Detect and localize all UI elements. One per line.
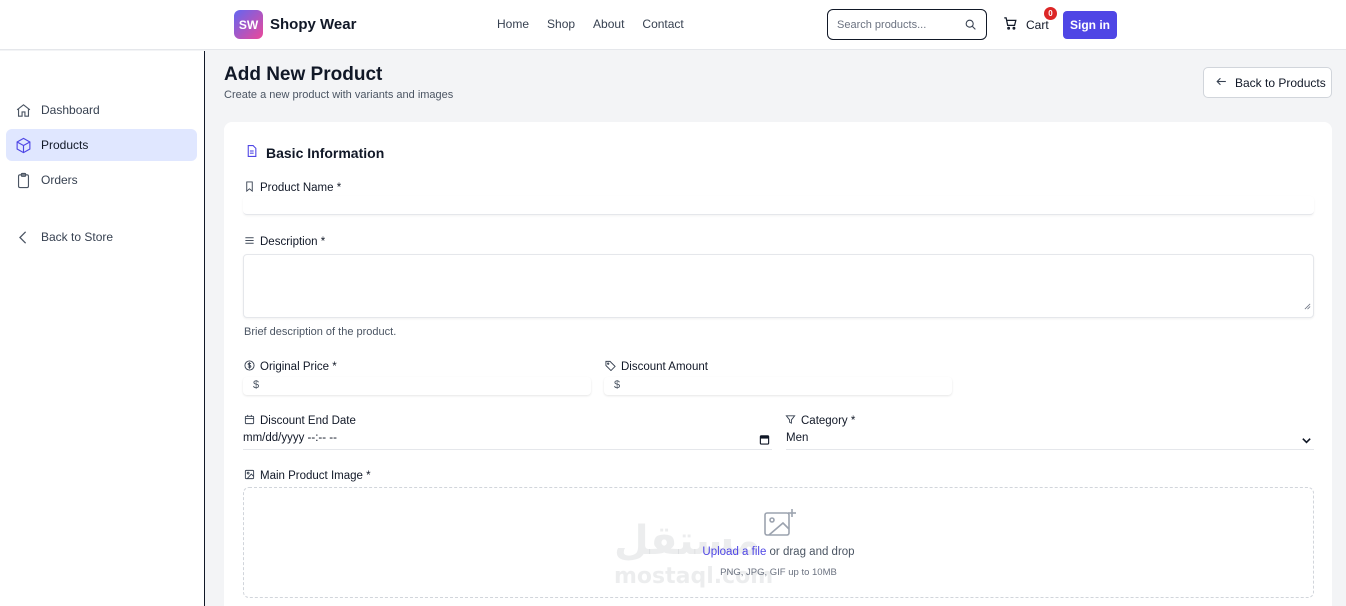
- basic-information-card: Basic Information Product Name * Descrip…: [224, 122, 1332, 606]
- search-box: [827, 9, 987, 40]
- category-select[interactable]: Men: [786, 432, 1314, 450]
- cart-label: Cart: [1026, 18, 1049, 32]
- currency-symbol: $: [614, 379, 621, 391]
- discount-end-date-label: Discount End Date: [244, 414, 356, 428]
- nav-link-shop[interactable]: Shop: [547, 17, 575, 31]
- discount-amount-input[interactable]: $: [604, 377, 952, 395]
- sidebar-item-label: Dashboard: [41, 103, 100, 117]
- tag-icon: [605, 360, 616, 374]
- back-to-products-button[interactable]: Back to Products: [1203, 67, 1332, 98]
- category-label-text: Category *: [801, 415, 856, 427]
- upload-file-link[interactable]: Upload a file: [702, 546, 766, 558]
- sidebar-item-label: Back to Store: [41, 230, 114, 244]
- sidebar-item-dashboard[interactable]: Dashboard: [6, 94, 197, 126]
- drag-drop-text: or drag and drop: [766, 546, 855, 558]
- product-name-label: Product Name *: [244, 181, 341, 195]
- image-icon: [244, 469, 255, 483]
- filter-icon: [785, 414, 796, 428]
- document-icon: [245, 144, 258, 161]
- description-label-text: Description *: [260, 236, 326, 248]
- currency-symbol: $: [253, 379, 260, 391]
- cart-count-badge: 0: [1044, 7, 1057, 20]
- image-plus-icon: [763, 507, 797, 544]
- category-selected-value: Men: [786, 432, 809, 444]
- upload-hint: PNG, JPG, GIF up to 10MB: [720, 567, 837, 578]
- clipboard-icon: [15, 172, 32, 192]
- nav-link-contact[interactable]: Contact: [642, 17, 683, 31]
- search-icon[interactable]: [964, 18, 977, 36]
- calendar-picker-icon[interactable]: [759, 434, 770, 448]
- description-textarea[interactable]: [243, 254, 1314, 318]
- sign-in-button[interactable]: Sign in: [1063, 11, 1117, 39]
- admin-sidebar: Dashboard Products Orders Back to Store: [0, 51, 205, 606]
- box-icon: [15, 137, 32, 157]
- calendar-icon: [244, 414, 255, 428]
- original-price-label: Original Price *: [244, 360, 337, 374]
- category-label: Category *: [785, 414, 855, 428]
- sidebar-item-label: Products: [41, 138, 89, 152]
- discount-end-date-input[interactable]: mm/dd/yyyy --:-- --: [243, 432, 772, 450]
- top-navbar: SW Shopy Wear Home Shop About Contact Ca…: [0, 0, 1346, 50]
- resize-handle-icon[interactable]: [1304, 297, 1311, 315]
- discount-amount-label: Discount Amount: [605, 360, 708, 374]
- arrow-left-icon: [1215, 75, 1228, 91]
- original-price-label-text: Original Price *: [260, 361, 337, 373]
- sidebar-item-back-to-store[interactable]: Back to Store: [6, 221, 197, 253]
- original-price-input[interactable]: $: [243, 377, 591, 395]
- description-helper-text: Brief description of the product.: [244, 326, 397, 338]
- cart-icon: [1003, 16, 1018, 34]
- chevron-down-icon: [1301, 435, 1312, 449]
- search-input[interactable]: [828, 10, 948, 39]
- page-title: Add New Product: [224, 64, 383, 85]
- image-dropzone[interactable]: مستقل mostaql.com Upload a file or drag …: [243, 487, 1314, 598]
- description-label: Description *: [244, 235, 325, 249]
- back-to-products-label: Back to Products: [1235, 75, 1326, 90]
- list-lines-icon: [244, 235, 255, 249]
- sidebar-item-label: Orders: [41, 173, 78, 187]
- brand-name: Shopy Wear: [270, 16, 357, 33]
- brand-logo[interactable]: SW Shopy Wear: [234, 10, 356, 39]
- section-header: Basic Information: [245, 144, 384, 161]
- main-image-label-text: Main Product Image *: [260, 470, 371, 482]
- home-icon: [15, 102, 32, 122]
- dollar-circle-icon: [244, 360, 255, 374]
- main-nav: Home Shop About Contact: [497, 17, 702, 31]
- logo-badge: SW: [234, 10, 263, 39]
- discount-amount-label-text: Discount Amount: [621, 361, 708, 373]
- discount-end-date-label-text: Discount End Date: [260, 415, 356, 427]
- cart-link[interactable]: Cart: [1003, 16, 1049, 34]
- main-image-label: Main Product Image *: [244, 469, 371, 483]
- bookmark-icon: [244, 181, 255, 195]
- date-placeholder: mm/dd/yyyy --:-- --: [243, 432, 337, 444]
- nav-link-home[interactable]: Home: [497, 17, 529, 31]
- sidebar-item-orders[interactable]: Orders: [6, 164, 197, 196]
- product-name-label-text: Product Name *: [260, 182, 342, 194]
- sidebar-item-products[interactable]: Products: [6, 129, 197, 161]
- section-title: Basic Information: [266, 144, 385, 161]
- page-subtitle: Create a new product with variants and i…: [224, 89, 454, 101]
- chevron-left-icon: [15, 229, 32, 249]
- product-name-input[interactable]: [243, 196, 1314, 215]
- nav-link-about[interactable]: About: [593, 17, 624, 31]
- upload-instructions: Upload a file or drag and drop: [244, 546, 1313, 558]
